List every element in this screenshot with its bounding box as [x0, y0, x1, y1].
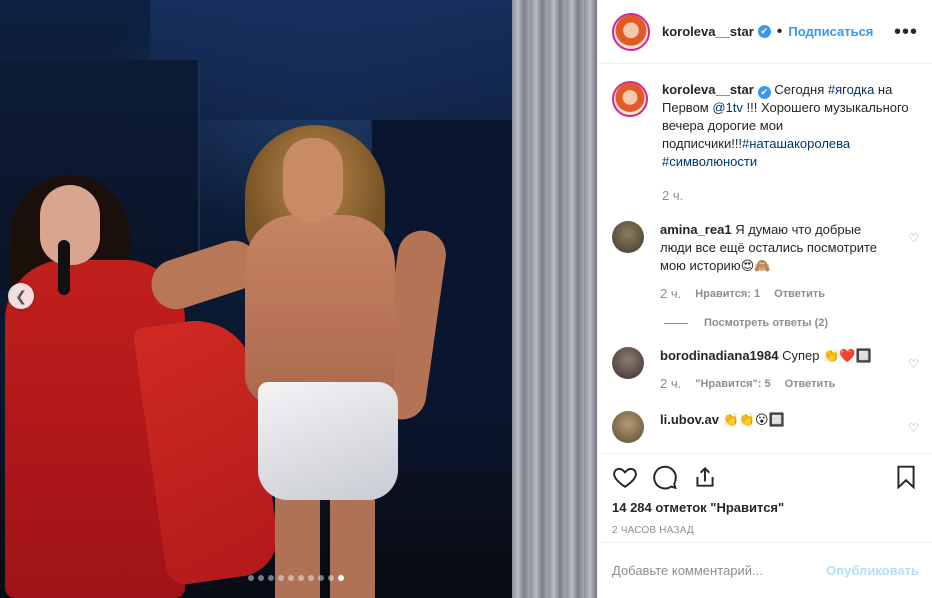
comment-composer: Опубликовать — [598, 542, 932, 598]
comment-meta: 2 ч. "Нравится": 5 Ответить — [660, 375, 893, 393]
comment-meta: 2 ч. Нравится: 1 Ответить — [660, 285, 893, 303]
microphone — [58, 240, 70, 295]
man-legs — [275, 490, 375, 598]
heart-icon[interactable] — [612, 464, 638, 490]
comment-username[interactable]: borodinadiana1984 — [660, 348, 778, 363]
comments-list[interactable]: koroleva__star ✔ Сегодня #ягодка на Перво… — [598, 65, 932, 453]
commenter-avatar[interactable] — [612, 411, 644, 443]
caption-username[interactable]: koroleva__star — [662, 82, 754, 97]
comment-text: 👏👏😮🔲 — [722, 412, 785, 427]
commenter-avatar[interactable] — [612, 347, 644, 379]
follow-button[interactable]: Подписаться — [788, 24, 873, 39]
carousel-dot — [308, 575, 314, 581]
carousel-dot — [248, 575, 254, 581]
comment-item: amina_rea1 Я думаю что добрые люди все е… — [612, 221, 919, 303]
more-options-icon[interactable]: ••• — [894, 22, 918, 42]
caption-time[interactable]: 2 ч. — [662, 187, 683, 205]
post-actions: 14 284 отметок "Нравится" 2 ЧАСОВ НАЗАД — [598, 453, 932, 536]
carousel-dot — [278, 575, 284, 581]
comment-icon[interactable] — [652, 464, 678, 490]
carousel-dots — [248, 575, 344, 581]
carousel-dot — [288, 575, 294, 581]
mention-1tv[interactable]: @1tv — [712, 100, 743, 115]
carousel-prev-button[interactable]: ❮ — [8, 283, 34, 309]
comment-item: li.ubov.av 👏👏😮🔲 ♡ — [612, 411, 919, 443]
carousel-dot — [318, 575, 324, 581]
backdrop-screen — [150, 0, 530, 120]
comment-username[interactable]: amina_rea1 — [660, 222, 732, 237]
comment-body: amina_rea1 Я думаю что добрые люди все е… — [660, 221, 919, 303]
bookmark-icon[interactable] — [893, 464, 919, 490]
woman-face — [40, 185, 100, 265]
caption: koroleva__star ✔ Сегодня #ягодка на Перво… — [612, 81, 919, 205]
comment-time[interactable]: 2 ч. — [660, 375, 681, 393]
hashtag-yagodka[interactable]: #ягодка — [828, 82, 874, 97]
comment-body: borodinadiana1984 Супер 👏❤️🔲 ♡ 2 ч. "Нра… — [660, 347, 919, 393]
author-username[interactable]: koroleva__star — [662, 24, 754, 39]
replies-line — [664, 322, 688, 324]
carousel-dot — [298, 575, 304, 581]
comment-likes[interactable]: "Нравится": 5 — [695, 375, 770, 393]
view-replies-button[interactable]: Посмотреть ответы (2) — [664, 317, 919, 329]
comment-like-heart-icon[interactable]: ♡ — [908, 229, 919, 247]
post-photo[interactable]: ❮ — [0, 0, 597, 598]
carousel-dot — [258, 575, 264, 581]
post-side-panel: koroleva__star ✔ • Подписаться ••• korol… — [597, 0, 932, 598]
caption-avatar[interactable] — [612, 81, 648, 117]
comment-time[interactable]: 2 ч. — [660, 285, 681, 303]
caption-text-1: Сегодня — [774, 82, 828, 97]
comment-username[interactable]: li.ubov.av — [660, 412, 719, 427]
comment-reply-button[interactable]: Ответить — [785, 375, 836, 393]
likes-count[interactable]: 14 284 отметок "Нравится" — [612, 500, 919, 515]
comment-item: borodinadiana1984 Супер 👏❤️🔲 ♡ 2 ч. "Нра… — [612, 347, 919, 393]
comment-text: Супер 👏❤️🔲 — [782, 348, 872, 363]
white-towel — [258, 382, 398, 500]
comment-input[interactable] — [612, 563, 827, 578]
carousel-dot — [338, 575, 344, 581]
comment-like-heart-icon[interactable]: ♡ — [908, 419, 919, 437]
comment-body: li.ubov.av 👏👏😮🔲 ♡ — [660, 411, 919, 443]
comment-reply-button[interactable]: Ответить — [774, 285, 825, 303]
verified-badge-icon: ✔ — [757, 25, 771, 38]
chevron-left-icon: ❮ — [15, 287, 27, 304]
carousel-dot — [328, 575, 334, 581]
carousel-dot — [268, 575, 274, 581]
caption-meta: 2 ч. — [662, 187, 919, 205]
verified-badge-icon: ✔ — [757, 85, 771, 99]
publish-button[interactable]: Опубликовать — [826, 563, 919, 578]
action-icons — [612, 460, 919, 494]
man-torso — [245, 215, 395, 405]
instagram-post-modal: ❮ koroleva__star ✔ • Подписаться ••• kor… — [0, 0, 932, 598]
share-icon[interactable] — [692, 464, 718, 490]
hashtag-natashakoroleva[interactable]: #наташакоролева — [742, 136, 850, 151]
comment-like-heart-icon[interactable]: ♡ — [908, 355, 919, 373]
hashtag-simvolyunosti[interactable]: #символюности — [662, 154, 757, 169]
view-replies-label: Посмотреть ответы (2) — [704, 317, 829, 329]
post-timestamp[interactable]: 2 ЧАСОВ НАЗАД — [612, 525, 919, 536]
post-header: koroleva__star ✔ • Подписаться ••• — [598, 0, 932, 64]
curtain — [512, 0, 597, 598]
separator-dot: • — [776, 22, 783, 40]
author-avatar[interactable] — [612, 12, 650, 51]
caption-body: koroleva__star ✔ Сегодня #ягодка на Перво… — [662, 81, 919, 205]
comment-likes[interactable]: Нравится: 1 — [695, 285, 760, 303]
commenter-avatar[interactable] — [612, 221, 644, 253]
man-face — [283, 138, 343, 223]
